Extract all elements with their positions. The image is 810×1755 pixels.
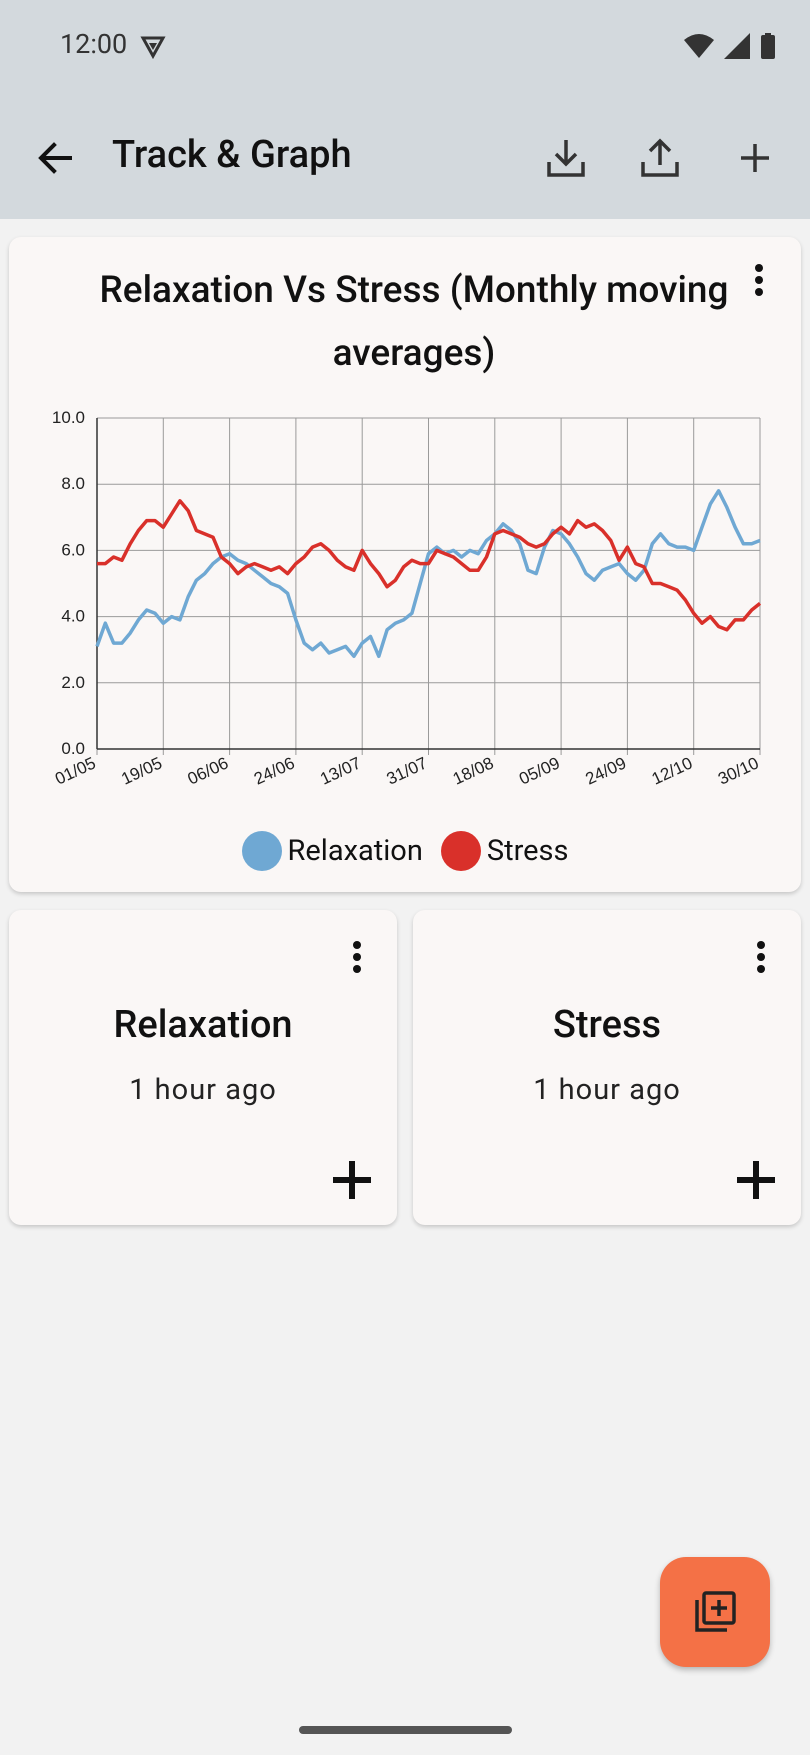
x-tick-label: 18/08 [450,753,497,788]
x-tick-label: 13/07 [317,753,364,788]
tracker-card-relaxation[interactable]: Relaxation 1 hour ago [9,910,397,1225]
vpn-shield-icon [140,36,166,60]
back-arrow-icon[interactable] [30,132,82,184]
cellular-signal-icon [724,33,750,59]
status-bar: 12:00 [0,0,810,95]
upload-icon[interactable] [634,132,686,184]
battery-icon [761,33,775,59]
legend-swatch-relaxation [241,831,282,871]
x-tick-label: 19/05 [118,753,165,788]
add-to-library-icon [695,1591,736,1632]
more-vert-icon[interactable] [347,938,367,978]
tracker-card-stress[interactable]: Stress 1 hour ago [413,910,801,1225]
x-tick-label: 01/05 [52,753,99,788]
legend-label-stress: Stress [486,834,569,868]
x-tick-label: 31/07 [384,753,431,788]
add-entry-icon[interactable] [329,1157,375,1203]
legend-swatch-stress [440,831,481,871]
page-title: Track & Graph [112,133,352,177]
add-icon[interactable] [729,132,781,184]
x-tick-label: 05/09 [516,753,563,788]
legend-label-relaxation: Relaxation [287,834,423,868]
y-tick-label: 2.0 [61,673,85,692]
legend-item-stress: Stress [440,831,569,871]
graph-card[interactable]: Relaxation Vs Stress (Monthly moving ave… [9,237,801,892]
x-tick-label: 06/06 [185,753,232,788]
status-icons [684,33,776,59]
tracker-last-logged: 1 hour ago [129,1073,277,1107]
y-tick-label: 6.0 [61,540,85,559]
tracker-name: Relaxation [113,1003,293,1047]
legend-item-relaxation: Relaxation [241,831,423,871]
add-group-fab[interactable] [660,1557,770,1667]
download-icon[interactable] [540,132,592,184]
add-entry-icon[interactable] [733,1157,779,1203]
status-time: 12:00 [60,28,128,60]
y-tick-label: 4.0 [61,607,85,626]
y-tick-label: 8.0 [61,474,85,493]
x-tick-label: 30/10 [715,753,762,788]
more-vert-icon[interactable] [751,938,771,978]
chart-legend: Relaxation Stress [9,831,801,871]
y-tick-label: 10.0 [52,408,85,427]
line-chart: 0.0 2.0 4.0 6.0 8.0 10.0 01/05 19/05 06/06 24/06 1… [52,408,762,789]
x-tick-label: 24/06 [251,753,298,788]
x-tick-label: 12/10 [649,753,696,788]
app-bar: Track & Graph [0,95,810,219]
y-tick-label: 0.0 [61,739,85,758]
x-tick-label: 24/09 [583,753,630,788]
tracker-name: Stress [552,1003,662,1047]
wifi-icon [684,34,714,58]
tracker-last-logged: 1 hour ago [533,1073,681,1107]
gesture-nav-handle[interactable] [299,1726,512,1734]
